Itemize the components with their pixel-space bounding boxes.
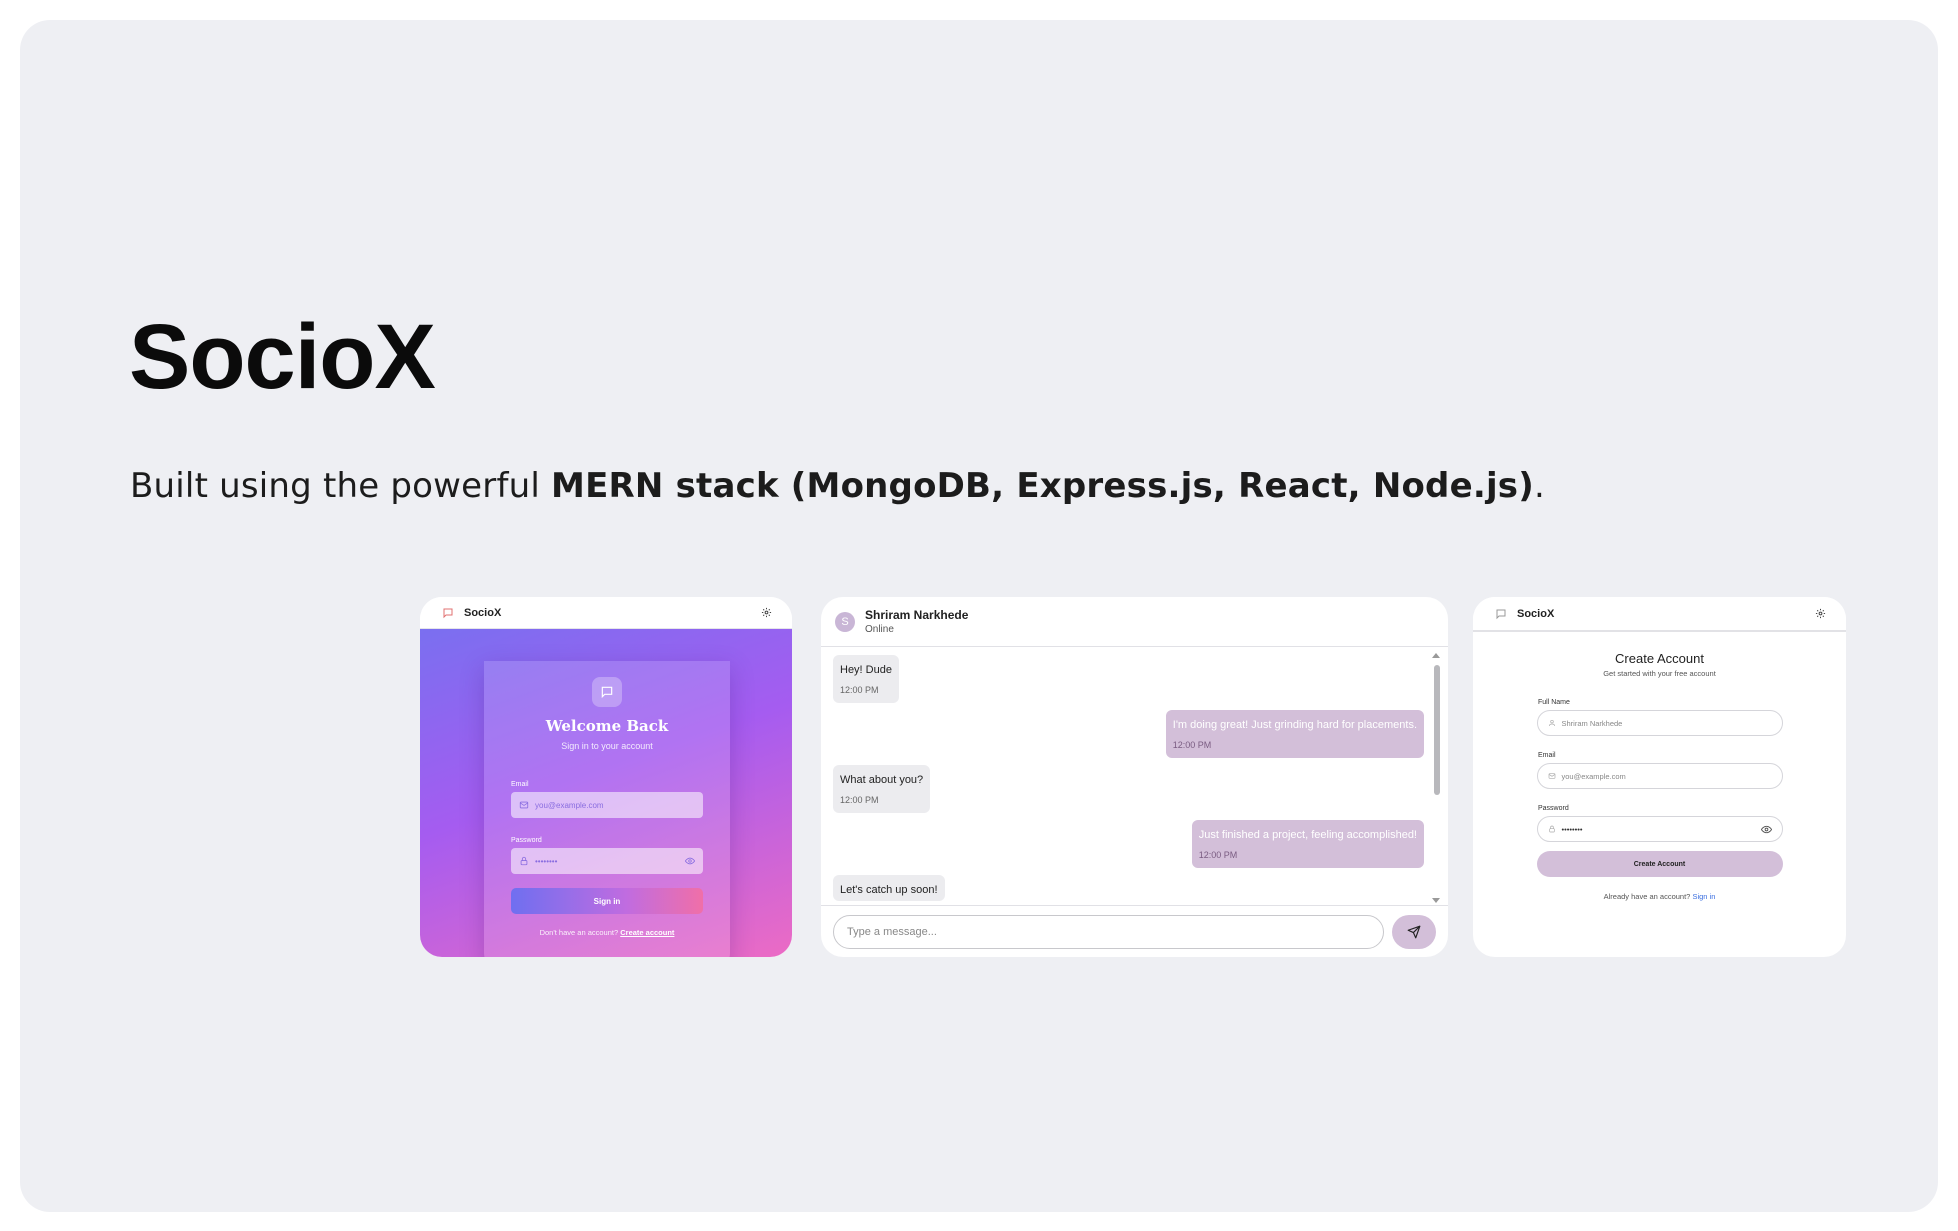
register-email-placeholder: you@example.com [1561, 771, 1626, 781]
login-footer-text: Don't have an account? [539, 928, 619, 937]
message-text: Just finished a project, feeling accompl… [1198, 829, 1417, 841]
register-title: Create Account [1615, 651, 1704, 666]
lock-icon [519, 856, 529, 866]
register-password-value: •••••••• [1561, 824, 1583, 834]
message-time: 12:00 PM [1198, 850, 1238, 860]
mail-icon [1548, 772, 1556, 780]
login-subtitle: Sign in to your account [561, 741, 653, 751]
hero-title: SocioX [129, 306, 436, 408]
message-text: Hey! Dude [840, 664, 892, 676]
chat-contact-status: Online [865, 624, 894, 635]
message-incoming: Hey! Dude 12:00 PM [833, 655, 899, 703]
hero-subtitle-bold: MERN stack (MongoDB, Express.js, React, … [551, 466, 1534, 506]
login-logo [592, 677, 622, 707]
chat-bubble-icon [600, 685, 614, 699]
email-label: Email [511, 781, 529, 788]
login-background: Welcome Back Sign in to your account Ema… [420, 629, 792, 957]
login-footer: Don't have an account? Create account [540, 928, 675, 937]
register-email-input[interactable]: you@example.com [1536, 763, 1783, 789]
register-brand[interactable]: SocioX [1495, 608, 1554, 620]
showcase-card: SocioX Built using the powerful MERN sta… [20, 20, 1938, 1212]
eye-icon[interactable] [1760, 824, 1772, 835]
scroll-up-arrow[interactable] [1432, 653, 1440, 658]
user-icon [1548, 719, 1556, 727]
register-topbar: SocioX [1473, 597, 1846, 632]
chat-contact-name: Shriram Narkhede [865, 608, 969, 622]
message-outgoing: Just finished a project, feeling accompl… [1191, 820, 1424, 868]
message-input[interactable] [833, 914, 1384, 949]
signin-button[interactable]: Sign in [511, 888, 703, 914]
login-password-value: •••••••• [535, 856, 558, 866]
scroll-down-arrow[interactable] [1432, 898, 1440, 903]
hero-subtitle: Built using the powerful MERN stack (Mon… [130, 466, 1545, 506]
create-account-link[interactable]: Create account [620, 928, 674, 937]
create-account-button[interactable]: Create Account [1536, 851, 1783, 877]
message-text: What about you? [840, 774, 924, 786]
mail-icon [519, 800, 529, 810]
full-name-placeholder: Shriram Narkhede [1561, 718, 1623, 728]
send-icon [1407, 925, 1421, 939]
chat-messages[interactable]: Hey! Dude 12:00 PM I'm doing great! Just… [821, 647, 1448, 905]
login-email-input[interactable]: you@example.com [511, 792, 703, 818]
chat-bubble-icon [442, 607, 454, 619]
login-screenshot: SocioX Welcome Back Sign in to your acco… [420, 597, 792, 957]
gear-icon[interactable] [761, 607, 772, 618]
login-password-input[interactable]: •••••••• [511, 848, 703, 874]
email-label: Email [1538, 752, 1556, 759]
register-brand-name: SocioX [1517, 607, 1555, 620]
hero-subtitle-prefix: Built using the powerful [130, 466, 552, 506]
message-time: 12:00 PM [1172, 740, 1212, 750]
message-time: 12:00 PM [840, 795, 879, 805]
register-screenshot: SocioX Create Account Get started with y… [1473, 597, 1846, 957]
message-incoming: Let's catch up soon! [833, 875, 945, 901]
message-time: 12:00 PM [840, 685, 879, 695]
login-brand[interactable]: SocioX [442, 607, 501, 619]
register-footer-text: Already have an account? [1603, 892, 1691, 901]
register-subtitle: Get started with your free account [1603, 669, 1716, 678]
message-text: I'm doing great! Just grinding hard for … [1172, 719, 1417, 731]
message-text: Let's catch up soon! [840, 884, 938, 896]
login-title: Welcome Back [545, 717, 669, 735]
avatar: S [835, 611, 855, 632]
password-label: Password [1538, 805, 1569, 812]
message-incoming: What about you? 12:00 PM [833, 765, 931, 813]
send-button[interactable] [1392, 914, 1436, 949]
full-name-input[interactable]: Shriram Narkhede [1536, 710, 1783, 736]
hero-subtitle-suffix: . [1533, 466, 1545, 506]
register-footer: Already have an account? Sign in [1604, 892, 1716, 901]
login-brand-name: SocioX [464, 606, 502, 619]
register-password-input[interactable]: •••••••• [1536, 816, 1783, 842]
register-form: Create Account Get started with your fre… [1473, 632, 1846, 901]
lock-icon [1548, 825, 1556, 833]
chat-composer [821, 905, 1448, 957]
message-outgoing: I'm doing great! Just grinding hard for … [1165, 710, 1424, 758]
scrollbar-thumb[interactable] [1434, 665, 1440, 795]
login-form: Welcome Back Sign in to your account Ema… [484, 661, 730, 957]
gear-icon[interactable] [1815, 608, 1826, 619]
chat-screenshot: S Shriram Narkhede Online Hey! Dude 12:0… [821, 597, 1448, 957]
login-email-placeholder: you@example.com [535, 800, 604, 810]
eye-icon[interactable] [685, 856, 695, 866]
chat-contact-info: Shriram Narkhede Online [865, 608, 968, 635]
chat-header: S Shriram Narkhede Online [821, 597, 1448, 647]
chat-bubble-icon [1495, 608, 1507, 620]
signin-link[interactable]: Sign in [1692, 892, 1715, 901]
full-name-label: Full Name [1538, 699, 1570, 706]
password-label: Password [511, 837, 542, 844]
login-topbar: SocioX [420, 597, 792, 629]
